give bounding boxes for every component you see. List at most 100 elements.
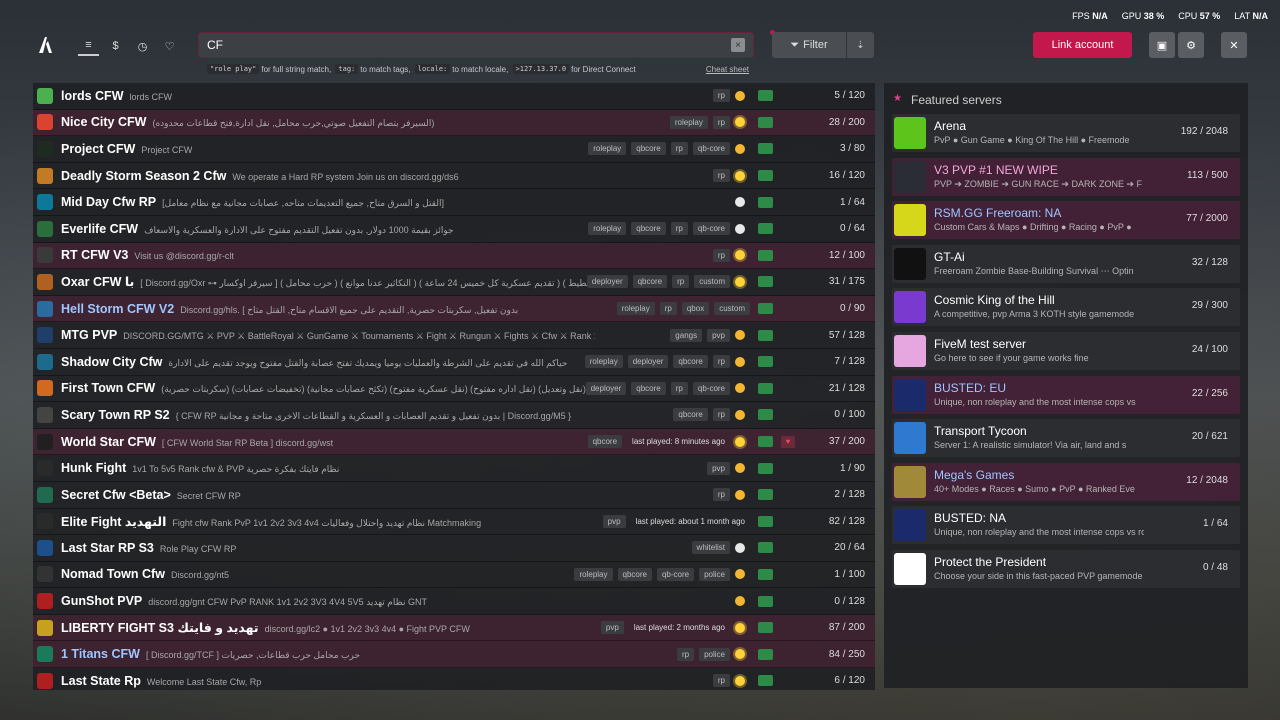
cheat-sheet-link[interactable]: Cheat sheet: [706, 65, 749, 74]
server-tag[interactable]: rp: [712, 169, 730, 183]
server-row[interactable]: Scary Town RP S2 { CFW RP بدون تفعيل و تق…: [33, 402, 875, 429]
server-row[interactable]: Deadly Storm Season 2 Cfw We operate a Ha…: [33, 163, 875, 190]
server-tag[interactable]: whitelist: [691, 541, 730, 555]
server-row[interactable]: lords CFW lords CFW rp 5 / 120: [33, 83, 875, 110]
server-tag[interactable]: qbcore: [673, 355, 708, 369]
server-row[interactable]: Hell Storm CFW V2 Discord.gg/hls. [ بدون …: [33, 295, 875, 323]
server-tag[interactable]: rp: [712, 355, 730, 369]
server-tag[interactable]: gangs: [670, 328, 703, 342]
list-icon[interactable]: ≡: [78, 36, 99, 56]
server-tag[interactable]: roleplay: [588, 142, 627, 156]
dollar-icon[interactable]: $: [105, 36, 126, 56]
server-row[interactable]: RT CFW V3 Visit us @discord.gg/r-clt rp 12 …: [33, 242, 875, 270]
server-tag[interactable]: rp: [712, 488, 730, 502]
server-tag[interactable]: qbcore: [673, 408, 708, 422]
server-tag[interactable]: rp: [672, 275, 690, 289]
featured-server-item[interactable]: Cosmic King of the Hill A competitive, pv…: [892, 288, 1240, 327]
server-row[interactable]: Nice City CFW (السيرفر بتصام التفعيل صوتي…: [33, 109, 875, 137]
server-row[interactable]: LIBERTY FIGHT S3 تهديد و فايتك discord.gg…: [33, 614, 875, 642]
server-tag[interactable]: rp: [670, 142, 688, 156]
server-tag[interactable]: qb-core: [692, 222, 730, 236]
server-tag[interactable]: qbcore: [631, 222, 666, 236]
server-tag[interactable]: qbcore: [632, 275, 668, 289]
sort-button[interactable]: ⇣: [847, 32, 874, 58]
server-tag[interactable]: pvp: [602, 514, 626, 528]
sort-icon: ⇣: [856, 39, 865, 51]
server-tag[interactable]: qb-core: [656, 567, 695, 581]
server-row[interactable]: Project CFW Project CFW roleplay qbcore rp qb…: [33, 136, 875, 163]
heart-icon[interactable]: ♡: [159, 36, 180, 56]
featured-server-item[interactable]: FiveM test server Go here to see if your …: [892, 332, 1240, 370]
server-row[interactable]: Hunk Fight 1v1 To 5v5 Rank cfw & PVP نظام…: [33, 455, 875, 482]
server-tag[interactable]: roleplay: [616, 302, 655, 316]
server-tag[interactable]: roleplay: [588, 222, 627, 236]
server-tag[interactable]: roleplay: [584, 355, 623, 369]
server-row[interactable]: Nomad Town Cfw Discord.gg/nt5 roleplay qbco…: [33, 562, 875, 589]
server-tag[interactable]: rp: [712, 248, 730, 262]
server-row[interactable]: First Town CFW (سكربتات حصرية) (تخفيضات ع…: [33, 376, 875, 403]
filter-button[interactable]: ⏷ Filter: [772, 32, 846, 58]
fivem-logo-icon[interactable]: [37, 36, 55, 54]
server-tag[interactable]: qbox: [681, 302, 710, 316]
server-tag[interactable]: qbcore: [631, 381, 666, 395]
server-tag[interactable]: deployer: [586, 275, 628, 289]
server-tag[interactable]: deployer: [627, 355, 669, 369]
server-row[interactable]: Last Star RP S3 Role Play CFW RP whitelist…: [33, 535, 875, 562]
server-tag[interactable]: qbcore: [587, 435, 623, 449]
server-row[interactable]: MTG PVP DISCORD.GG/MTG ⚔ PVP ⚔ BattleRoya…: [33, 322, 875, 349]
server-tag[interactable]: roleplay: [669, 115, 708, 129]
close-button[interactable]: ✕: [1221, 32, 1247, 58]
server-tag[interactable]: qbcore: [617, 567, 652, 581]
server-tag[interactable]: deployer: [585, 381, 627, 395]
server-tag[interactable]: rp: [712, 89, 730, 103]
search-input[interactable]: CF ×: [198, 32, 754, 58]
notifications-button[interactable]: ▣: [1149, 32, 1175, 58]
link-account-button[interactable]: Link account: [1033, 32, 1132, 58]
featured-server-item[interactable]: Protect the President Choose your side in…: [892, 550, 1240, 588]
server-tag[interactable]: rp: [712, 408, 730, 422]
server-tag[interactable]: police: [699, 647, 730, 661]
featured-server-item[interactable]: BUSTED: EU Unique, non roleplay and the m…: [892, 375, 1240, 414]
server-tag[interactable]: pvp: [707, 328, 730, 342]
server-row[interactable]: Shadow City Cfw حياكم الله في تقديم على ا…: [33, 349, 875, 376]
server-tag[interactable]: pvp: [707, 461, 730, 475]
server-row[interactable]: Secret Cfw <Beta> Secret CFW RP rp 2 / 128: [33, 482, 875, 509]
server-tag[interactable]: custom: [694, 275, 730, 289]
server-row[interactable]: Mid Day Cfw RP [القتل و السرق متاح, جميع …: [33, 189, 875, 216]
server-tag[interactable]: rp: [712, 674, 730, 688]
server-tag[interactable]: roleplay: [574, 567, 613, 581]
featured-server-item[interactable]: Mega's Games 40+ Modes ● Races ● Sumo ● P…: [892, 462, 1240, 501]
server-row[interactable]: GunShot PVP discord.gg/gnt CFW PvP RANK 1…: [33, 588, 875, 615]
server-tag[interactable]: rp: [676, 647, 695, 661]
server-tag[interactable]: rp: [670, 222, 688, 236]
featured-server-item[interactable]: V3 PVP #1 NEW WIPE PVP ➔ ZOMBIE ➔ GUN RAC…: [892, 157, 1240, 196]
server-info: Hunk Fight 1v1 To 5v5 Rank cfw & PVP نظام…: [61, 461, 595, 475]
settings-button[interactable]: ⚙: [1178, 32, 1204, 58]
server-tag[interactable]: pvp: [600, 621, 624, 635]
featured-server-item[interactable]: RSM.GG Freeroam: NA Custom Cars & Maps ● …: [892, 201, 1240, 240]
server-row[interactable]: Oxar CFW با [ Discord.gg/Oxr ⊶ سيرفر اوكس…: [33, 269, 875, 296]
server-row[interactable]: Last State Rp Welcome Last State Cfw, Rp r…: [33, 668, 875, 690]
featured-server-item[interactable]: BUSTED: NA Unique, non roleplay and the m…: [892, 506, 1240, 545]
server-tag[interactable]: rp: [659, 302, 677, 316]
server-row[interactable]: Everlife CFW جوائز بقيمة 1000 دولار, بدون…: [33, 216, 875, 243]
featured-server-item[interactable]: GT-Ai Freeroam Zombie Base-Building Survi…: [892, 244, 1240, 283]
server-tag[interactable]: qb-core: [692, 142, 730, 156]
search-value[interactable]: CF: [207, 38, 731, 52]
featured-server-item[interactable]: Arena PvP ● Gun Game ● King Of The Hill ●…: [892, 114, 1240, 152]
clear-search-icon[interactable]: ×: [731, 38, 745, 52]
server-tag[interactable]: qb-core: [692, 381, 730, 395]
server-tag[interactable]: police: [699, 567, 730, 581]
server-row[interactable]: 1 Titans CFW [ Discord.gg/TCF ] حرب محامل…: [33, 641, 875, 669]
server-status-icon: [758, 116, 773, 128]
server-row[interactable]: Elite Fight التهديد Fight cfw Rank PvP 1v…: [33, 509, 875, 536]
server-tag[interactable]: qbcore: [631, 142, 666, 156]
featured-server-item[interactable]: Transport Tycoon Server 1: A realistic si…: [892, 419, 1240, 458]
server-info: Last State Rp Welcome Last State Cfw, Rp: [61, 674, 595, 688]
history-icon[interactable]: ◷: [132, 36, 153, 56]
server-row[interactable]: World Star CFW [ CFW World Star RP Beta ]…: [33, 428, 875, 456]
server-tag[interactable]: custom: [714, 302, 750, 316]
favorite-heart-icon[interactable]: ♥: [781, 435, 795, 448]
server-tag[interactable]: rp: [712, 115, 730, 129]
server-tag[interactable]: rp: [670, 381, 688, 395]
